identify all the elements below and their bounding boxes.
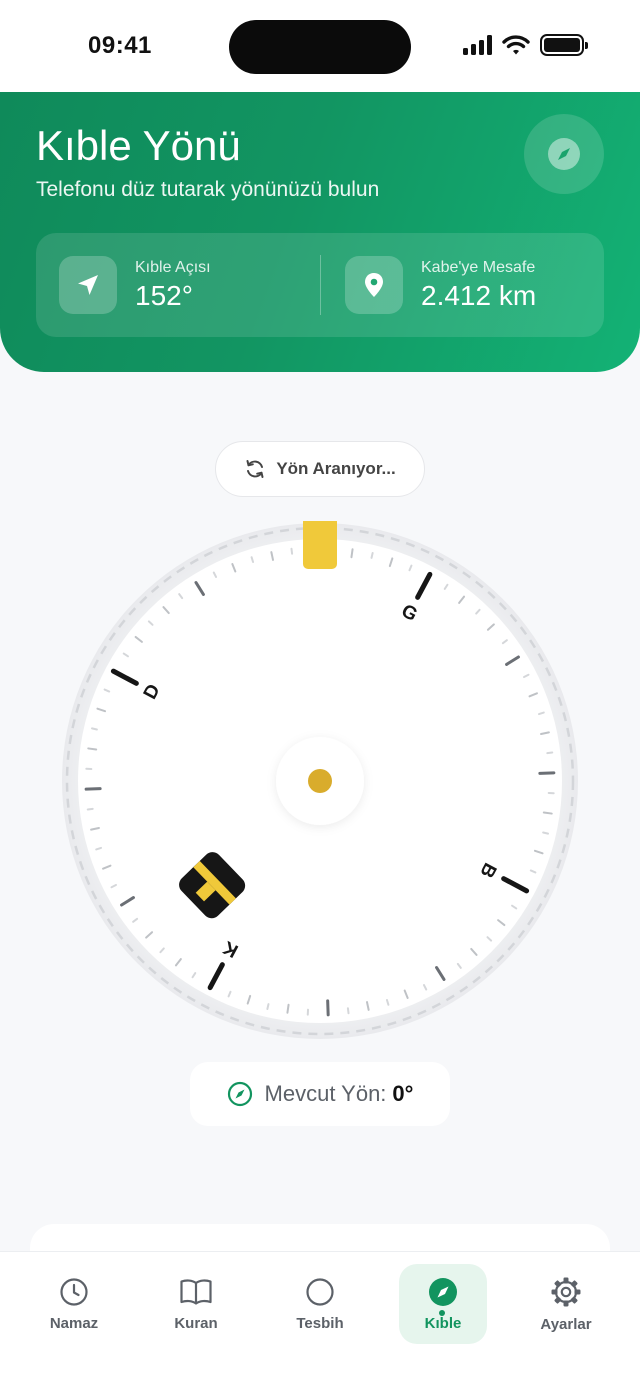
compass-dial: KDGB [62,521,578,1039]
direction-search-status[interactable]: Yön Aranıyor... [215,441,425,497]
compass-tick [290,547,294,555]
page-title: Kıble Yönü [36,122,241,169]
dynamic-island [229,20,411,74]
nav-label-ayarlar: Ayarlar [540,1315,592,1333]
nav-label-namaz: Namaz [49,1314,99,1332]
battery-icon [540,34,588,56]
nav-item-namaz[interactable]: Namaz [30,1264,118,1344]
compass-button[interactable] [524,114,604,194]
map-pin-icon [365,273,383,297]
cellular-signal-icon [463,35,492,55]
compass-tick [542,811,553,815]
compass-tick [90,727,98,731]
compass-tick [346,1007,350,1015]
compass-icon [429,1277,457,1306]
compass-tick [250,556,255,564]
compass-icon [227,1081,252,1107]
page-subtitle: Telefonu düz tutarak yönünüzü bulun [36,178,380,201]
current-direction-value: 0° [392,1081,414,1106]
compass-tick [537,711,545,716]
qibla-angle-label: Kıble Açısı [135,258,211,276]
nav-label-kible: Kıble [424,1314,462,1332]
clock-icon [60,1277,88,1306]
compass-tick [542,831,550,835]
compass-tick [266,1003,270,1011]
kaaba-distance-stat: Kabe'ye Mesafe 2.412 km [345,255,536,315]
compass-center-dot [308,769,332,793]
qibla-angle-stat: Kıble Açısı 152° [59,255,211,315]
qibla-stats-card: Kıble Açısı 152° Kabe'ye Mesafe 2.412 km [36,233,604,337]
kaaba-distance-value: 2.412 km [421,279,537,311]
direction-search-label: Yön Aranıyor... [276,459,396,478]
active-indicator-dot [439,1310,445,1316]
compass-tick [350,548,354,559]
navigation-arrow-icon [78,275,98,295]
circle-icon [306,1277,334,1306]
status-icons [463,34,588,56]
status-time: 09:41 [88,32,152,59]
gear-icon [551,1277,581,1306]
qibla-angle-value: 152° [135,279,193,311]
compass-tick [95,846,103,851]
status-bar: 09:41 [0,0,640,92]
compass-tick [385,998,390,1006]
current-direction-label: Mevcut Yön: [264,1081,387,1106]
qibla-compass: KDGB [60,521,580,1041]
nav-label-tesbih: Tesbih [296,1314,344,1332]
compass-tick [87,747,98,751]
stats-divider [320,255,321,315]
compass-tick [86,807,94,811]
compass-tick [546,751,554,755]
nav-label-kuran: Kuran [174,1314,218,1332]
refresh-icon [246,460,264,478]
qibla-header: Kıble Yönü Telefonu düz tutarak yönünüzü… [0,92,640,372]
kaaba-distance-label: Kabe'ye Mesafe [421,258,536,276]
compass-icon [548,138,580,170]
current-direction: Mevcut Yön: 0° [190,1062,450,1126]
nav-item-kible[interactable]: Kıble [399,1264,487,1344]
bottom-navigation: Namaz Kuran Tesbih Kıble Ayarlar [0,1251,640,1391]
qibla-marker [303,521,337,569]
book-icon [180,1278,212,1305]
compass-tick [286,1003,290,1014]
compass-tick [370,551,374,559]
nav-item-tesbih[interactable]: Tesbih [276,1264,364,1344]
wifi-icon [502,35,530,55]
nav-item-kuran[interactable]: Kuran [152,1264,240,1344]
nav-item-ayarlar[interactable]: Ayarlar [522,1264,610,1344]
